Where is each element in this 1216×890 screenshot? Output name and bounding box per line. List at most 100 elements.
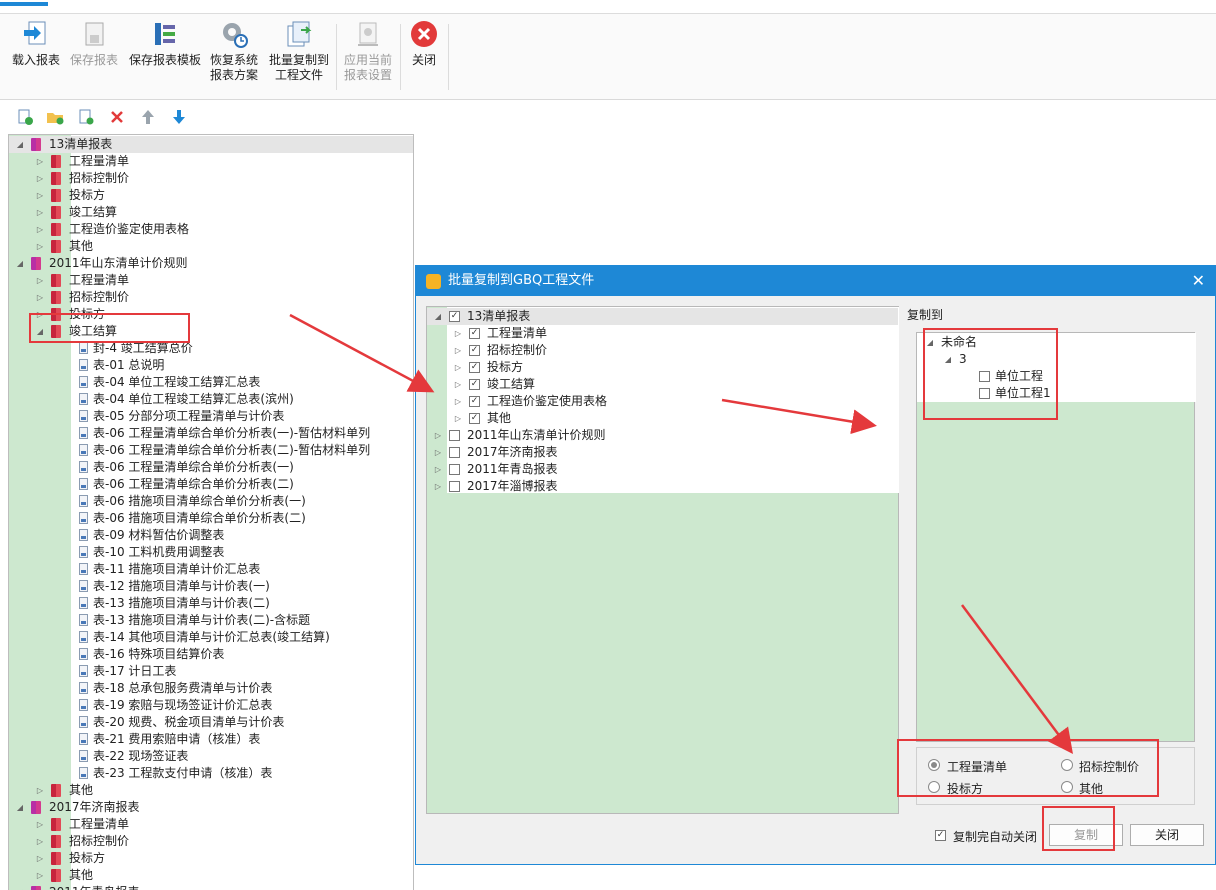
collapse-arrow-icon[interactable]: ◢ [943, 351, 953, 368]
tree-node[interactable]: ▷ 工程量清单 [9, 153, 413, 170]
report-item[interactable]: 表-13 措施项目清单与计价表(二)-含标题 [9, 612, 413, 629]
tree-node[interactable]: ▷ 招标控制价 [9, 833, 413, 850]
restore-system-scheme-button[interactable]: 恢复系统 报表方案 [206, 18, 262, 83]
tree-node[interactable]: ▷ 招标控制价 [9, 289, 413, 306]
tree-node[interactable]: ▷ 工程量清单 [9, 816, 413, 833]
auto-close-checkbox[interactable]: ✓ [935, 830, 946, 841]
expand-arrow-icon[interactable]: ▷ [433, 461, 443, 478]
report-item[interactable]: 表-06 工程量清单综合单价分析表(一)-暂估材料单列 [9, 425, 413, 442]
report-item[interactable]: 表-20 规费、税金项目清单与计价表 [9, 714, 413, 731]
tree-node[interactable]: ▷ 投标方 [9, 187, 413, 204]
expand-arrow-icon[interactable]: ▷ [35, 221, 45, 238]
tree-node[interactable]: ◢ 13清单报表 [9, 136, 413, 153]
report-item[interactable]: 表-06 工程量清单综合单价分析表(一) [9, 459, 413, 476]
collapse-arrow-icon[interactable]: ◢ [15, 136, 25, 153]
node-checkbox[interactable] [449, 430, 460, 441]
apply-current-settings-button[interactable]: 应用当前 报表设置 [340, 18, 396, 83]
tree-node[interactable]: ◢ 2017年济南报表 [9, 799, 413, 816]
radio-bill-of-quantities[interactable] [928, 759, 940, 771]
report-item[interactable]: 表-10 工料机费用调整表 [9, 544, 413, 561]
report-item[interactable]: 表-06 措施项目清单综合单价分析表(一) [9, 493, 413, 510]
expand-arrow-icon[interactable]: ▷ [35, 850, 45, 867]
report-item[interactable]: 表-06 措施项目清单综合单价分析表(二) [9, 510, 413, 527]
expand-arrow-icon[interactable]: ▷ [35, 187, 45, 204]
dialog-close-button[interactable]: 关闭 [1130, 824, 1204, 846]
target-tree-node[interactable]: 单位工程 [917, 368, 1194, 385]
radio-other[interactable] [1061, 781, 1073, 793]
source-tree-node[interactable]: ▷ 2011年青岛报表 [427, 461, 898, 478]
expand-arrow-icon[interactable]: ▷ [35, 272, 45, 289]
target-tree-node[interactable]: ◢ 3 [917, 351, 1194, 368]
report-item[interactable]: 封-4 竣工结算总价 [9, 340, 413, 357]
node-checkbox[interactable]: ✓ [469, 413, 480, 424]
tree-node[interactable]: ◢ 2011年青岛报表 [9, 884, 413, 890]
save-report-button[interactable]: 保存报表 [66, 18, 122, 68]
report-item[interactable]: 表-23 工程款支付申请（核准）表 [9, 765, 413, 782]
report-item[interactable]: 表-13 措施项目清单与计价表(二) [9, 595, 413, 612]
tree-node[interactable]: ▷ 其他 [9, 238, 413, 255]
expand-arrow-icon[interactable]: ▷ [35, 153, 45, 170]
report-item[interactable]: 表-14 其他项目清单与计价汇总表(竣工结算) [9, 629, 413, 646]
report-item[interactable]: 表-16 特殊项目结算价表 [9, 646, 413, 663]
expand-arrow-icon[interactable]: ▷ [35, 833, 45, 850]
report-item[interactable]: 表-09 材料暂估价调整表 [9, 527, 413, 544]
expand-arrow-icon[interactable]: ▷ [453, 376, 463, 393]
new-page-icon[interactable] [77, 108, 95, 126]
node-checkbox[interactable]: ✓ [469, 396, 480, 407]
collapse-arrow-icon[interactable]: ◢ [925, 334, 935, 351]
target-tree-node[interactable]: 单位工程1 [917, 385, 1194, 402]
source-tree-node[interactable]: ◢ ✓ 13清单报表 [427, 308, 898, 325]
report-item[interactable]: 表-22 现场签证表 [9, 748, 413, 765]
source-tree-node[interactable]: ▷ ✓ 竣工结算 [427, 376, 898, 393]
report-item[interactable]: 表-04 单位工程竣工结算汇总表 [9, 374, 413, 391]
node-checkbox[interactable]: ✓ [449, 311, 460, 322]
source-tree-node[interactable]: ▷ 2017年淄博报表 [427, 478, 898, 495]
new-report-icon[interactable] [16, 108, 34, 126]
report-item[interactable]: 表-12 措施项目清单与计价表(一) [9, 578, 413, 595]
tree-node[interactable]: ▷ 其他 [9, 867, 413, 884]
expand-arrow-icon[interactable]: ▷ [35, 204, 45, 221]
report-item[interactable]: 表-18 总承包服务费清单与计价表 [9, 680, 413, 697]
node-checkbox[interactable]: ✓ [469, 345, 480, 356]
report-item[interactable]: 表-21 费用索赔申请（核准）表 [9, 731, 413, 748]
expand-arrow-icon[interactable]: ▷ [35, 867, 45, 884]
report-item[interactable]: 表-06 工程量清单综合单价分析表(二) [9, 476, 413, 493]
node-checkbox[interactable] [449, 481, 460, 492]
report-item[interactable]: 表-11 措施项目清单计价汇总表 [9, 561, 413, 578]
expand-arrow-icon[interactable]: ▷ [35, 782, 45, 799]
source-tree-node[interactable]: ▷ 2017年济南报表 [427, 444, 898, 461]
tree-node[interactable]: ▷ 其他 [9, 782, 413, 799]
source-tree-node[interactable]: ▷ ✓ 工程造价鉴定使用表格 [427, 393, 898, 410]
expand-arrow-icon[interactable]: ▷ [35, 306, 45, 323]
expand-arrow-icon[interactable]: ▷ [453, 393, 463, 410]
move-down-icon[interactable] [170, 108, 188, 126]
tree-node[interactable]: ▷ 工程造价鉴定使用表格 [9, 221, 413, 238]
tree-node[interactable]: ▷ 投标方 [9, 850, 413, 867]
report-item[interactable]: 表-01 总说明 [9, 357, 413, 374]
report-item[interactable]: 表-04 单位工程竣工结算汇总表(滨州) [9, 391, 413, 408]
collapse-arrow-icon[interactable]: ◢ [35, 323, 45, 340]
report-item[interactable]: 表-05 分部分项工程量清单与计价表 [9, 408, 413, 425]
expand-arrow-icon[interactable]: ▷ [35, 170, 45, 187]
tree-node[interactable]: ▷ 招标控制价 [9, 170, 413, 187]
expand-arrow-icon[interactable]: ▷ [35, 816, 45, 833]
collapse-arrow-icon[interactable]: ◢ [15, 884, 25, 890]
tree-node[interactable]: ▷ 竣工结算 [9, 204, 413, 221]
collapse-arrow-icon[interactable]: ◢ [15, 799, 25, 816]
expand-arrow-icon[interactable]: ▷ [433, 478, 443, 495]
radio-tender-control-price[interactable] [1061, 759, 1073, 771]
report-item[interactable]: 表-19 索赔与现场签证计价汇总表 [9, 697, 413, 714]
tree-node[interactable]: ▷ 工程量清单 [9, 272, 413, 289]
expand-arrow-icon[interactable]: ▷ [35, 289, 45, 306]
expand-arrow-icon[interactable]: ▷ [453, 410, 463, 427]
dialog-close-icon[interactable]: ✕ [1192, 266, 1205, 296]
expand-arrow-icon[interactable]: ▷ [433, 444, 443, 461]
collapse-arrow-icon[interactable]: ◢ [433, 308, 443, 325]
copy-button[interactable]: 复制 [1049, 824, 1123, 846]
collapse-arrow-icon[interactable]: ◢ [15, 255, 25, 272]
expand-arrow-icon[interactable]: ▷ [433, 427, 443, 444]
expand-arrow-icon[interactable]: ▷ [453, 342, 463, 359]
delete-icon[interactable] [108, 108, 126, 126]
radio-bidder[interactable] [928, 781, 940, 793]
expand-arrow-icon[interactable]: ▷ [453, 359, 463, 376]
